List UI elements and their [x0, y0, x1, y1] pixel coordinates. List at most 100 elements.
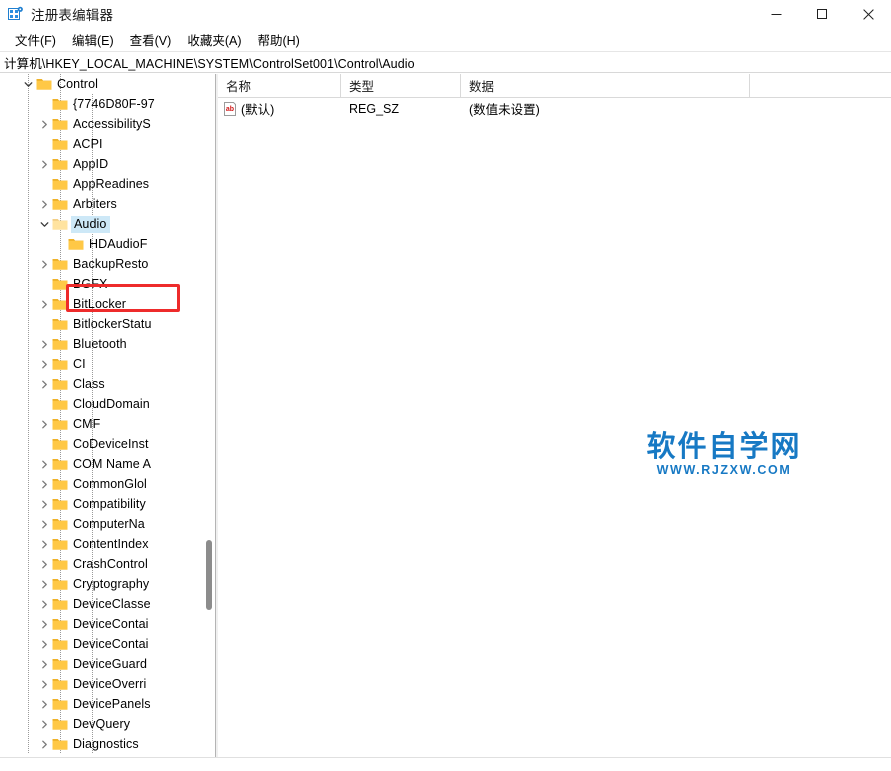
menu-edit[interactable]: 编辑(E): [64, 28, 122, 51]
tree-item-arbiters[interactable]: Arbiters: [0, 194, 201, 214]
tree-item-accessibilitys[interactable]: AccessibilityS: [0, 114, 201, 134]
chevron-right-icon[interactable]: [36, 414, 52, 434]
menu-file[interactable]: 文件(F): [7, 28, 64, 51]
chevron-right-icon[interactable]: [36, 494, 52, 514]
folder-icon: [52, 717, 68, 731]
tree-item-label: CI: [73, 357, 86, 371]
tree-item-label: BitLocker: [73, 297, 126, 311]
tree-leaf-spacer: [36, 394, 52, 414]
column-header-data[interactable]: 数据: [461, 74, 750, 97]
tree-item-label: DeviceContai: [73, 637, 149, 651]
column-header-type[interactable]: 类型: [341, 74, 461, 97]
folder-icon: [52, 457, 68, 471]
chevron-right-icon[interactable]: [36, 294, 52, 314]
tree-item-deviceclasse[interactable]: DeviceClasse: [0, 594, 201, 614]
tree-item-computerna[interactable]: ComputerNa: [0, 514, 201, 534]
address-bar[interactable]: 计算机\HKEY_LOCAL_MACHINE\SYSTEM\ControlSet…: [0, 51, 891, 73]
tree-item-backupresto[interactable]: BackupResto: [0, 254, 201, 274]
column-header-name[interactable]: 名称: [218, 74, 341, 97]
menu-help[interactable]: 帮助(H): [249, 28, 307, 51]
folder-icon: [52, 117, 68, 131]
tree-item-devicecontai[interactable]: DeviceContai: [0, 614, 201, 634]
chevron-right-icon[interactable]: [36, 454, 52, 474]
tree-item-contentindex[interactable]: ContentIndex: [0, 534, 201, 554]
folder-icon: [52, 417, 68, 431]
tree-vertical-scroll-thumb[interactable]: [206, 540, 212, 610]
tree-item-bluetooth[interactable]: Bluetooth: [0, 334, 201, 354]
close-button[interactable]: [845, 0, 891, 28]
chevron-right-icon[interactable]: [36, 594, 52, 614]
chevron-right-icon[interactable]: [36, 254, 52, 274]
tree-item-appid[interactable]: AppID: [0, 154, 201, 174]
chevron-right-icon[interactable]: [36, 694, 52, 714]
chevron-right-icon[interactable]: [36, 714, 52, 734]
tree-item-label: DeviceClasse: [73, 597, 151, 611]
chevron-down-icon[interactable]: [36, 214, 52, 234]
tree-item-diagnostics[interactable]: Diagnostics: [0, 734, 201, 754]
tree-leaf-spacer: [52, 234, 68, 254]
tree-item-commonglol[interactable]: CommonGlol: [0, 474, 201, 494]
chevron-right-icon[interactable]: [36, 514, 52, 534]
tree-item-codeviceinst[interactable]: CoDeviceInst: [0, 434, 201, 454]
folder-icon: [52, 497, 68, 511]
tree-item-ci[interactable]: CI: [0, 354, 201, 374]
tree-item-label: CoDeviceInst: [73, 437, 149, 451]
tree-item-audio[interactable]: Audio: [0, 214, 201, 234]
tree-item-compatibility[interactable]: Compatibility: [0, 494, 201, 514]
tree-item-cmf[interactable]: CMF: [0, 414, 201, 434]
tree-leaf-spacer: [36, 94, 52, 114]
tree-item-label: DeviceOverri: [73, 677, 146, 691]
tree-item-bgfx[interactable]: BGFX: [0, 274, 201, 294]
registry-values-pane[interactable]: 名称 类型 数据 ab (默认) REG_SZ: [218, 74, 891, 771]
tree-item-7746d80f-97[interactable]: {7746D80F-97: [0, 94, 201, 114]
chevron-right-icon[interactable]: [36, 354, 52, 374]
menu-view[interactable]: 查看(V): [122, 28, 180, 51]
chevron-right-icon[interactable]: [36, 734, 52, 754]
chevron-right-icon[interactable]: [36, 554, 52, 574]
tree-item-crashcontrol[interactable]: CrashControl: [0, 554, 201, 574]
tree-item-devicecontai[interactable]: DeviceContai: [0, 634, 201, 654]
tree-leaf-spacer: [36, 434, 52, 454]
chevron-right-icon[interactable]: [36, 574, 52, 594]
value-name-cell: ab (默认): [218, 98, 341, 119]
tree-item-cryptography[interactable]: Cryptography: [0, 574, 201, 594]
tree-leaf-spacer: [36, 274, 52, 294]
window-controls: [753, 0, 891, 28]
chevron-right-icon[interactable]: [36, 634, 52, 654]
tree-item-label: DevQuery: [73, 717, 130, 731]
tree-item-bitlocker[interactable]: BitLocker: [0, 294, 201, 314]
tree-item-class[interactable]: Class: [0, 374, 201, 394]
folder-icon: [52, 337, 68, 351]
maximize-button[interactable]: [799, 0, 845, 28]
tree-item-hdaudiof[interactable]: HDAudioF: [0, 234, 201, 254]
chevron-right-icon[interactable]: [36, 474, 52, 494]
minimize-button[interactable]: [753, 0, 799, 28]
tree-item-control[interactable]: Control: [0, 74, 201, 94]
chevron-right-icon[interactable]: [36, 154, 52, 174]
tree-item-devicepanels[interactable]: DevicePanels: [0, 694, 201, 714]
tree-item-devquery[interactable]: DevQuery: [0, 714, 201, 734]
chevron-right-icon[interactable]: [36, 614, 52, 634]
tree-item-deviceguard[interactable]: DeviceGuard: [0, 654, 201, 674]
chevron-right-icon[interactable]: [36, 534, 52, 554]
chevron-down-icon[interactable]: [20, 74, 36, 94]
tree-item-clouddomain[interactable]: CloudDomain: [0, 394, 201, 414]
folder-icon: [52, 677, 68, 691]
tree-item-com-name-a[interactable]: COM Name A: [0, 454, 201, 474]
chevron-right-icon[interactable]: [36, 194, 52, 214]
tree-item-acpi[interactable]: ACPI: [0, 134, 201, 154]
tree-item-deviceoverri[interactable]: DeviceOverri: [0, 674, 201, 694]
table-row[interactable]: ab (默认) REG_SZ (数值未设置): [218, 98, 891, 119]
tree-item-bitlockerstatu[interactable]: BitlockerStatu: [0, 314, 201, 334]
tree-item-label: AccessibilityS: [73, 117, 151, 131]
chevron-right-icon[interactable]: [36, 674, 52, 694]
tree-item-appreadines[interactable]: AppReadines: [0, 174, 201, 194]
values-column-header: 名称 类型 数据: [218, 74, 891, 98]
registry-tree-pane[interactable]: Control{7746D80F-97AccessibilitySACPIApp…: [0, 74, 201, 757]
chevron-right-icon[interactable]: [36, 374, 52, 394]
chevron-right-icon[interactable]: [36, 334, 52, 354]
chevron-right-icon[interactable]: [36, 114, 52, 134]
menu-favorites[interactable]: 收藏夹(A): [179, 28, 249, 51]
chevron-right-icon[interactable]: [36, 654, 52, 674]
folder-icon: [52, 157, 68, 171]
